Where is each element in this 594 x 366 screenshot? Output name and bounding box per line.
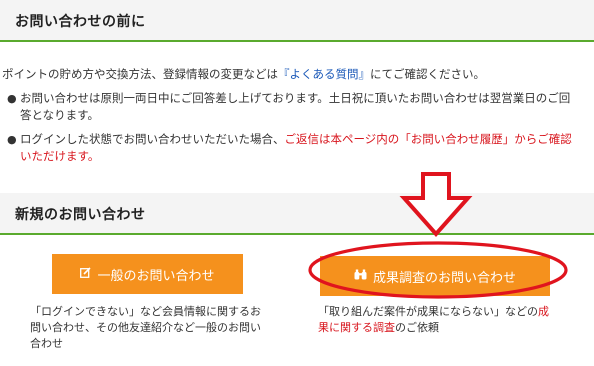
section-title-new-inquiry: 新規のお問い合わせ bbox=[15, 207, 146, 223]
section-title-before-inquiry: お問い合わせの前に bbox=[15, 14, 146, 30]
general-inquiry-description: 「ログインできない」など会員情報に関するお問い合わせ、その他友達紹介など一般のお… bbox=[30, 305, 261, 350]
bullet-icon: ● bbox=[7, 92, 17, 105]
result-desc-pre: 「取り組んだ案件が成果にならない」などの bbox=[318, 305, 538, 318]
faq-link[interactable]: 『よくある質問』 bbox=[278, 67, 370, 81]
general-inquiry-label: 一般のお問い合わせ bbox=[97, 268, 215, 284]
section-header-new-inquiry: 新規のお問い合わせ bbox=[0, 193, 594, 235]
intro-before: ポイントの貯め方や交換方法、登録情報の変更などは bbox=[2, 67, 278, 81]
intro-after: にてご確認ください。 bbox=[370, 67, 485, 81]
edit-icon bbox=[80, 267, 92, 281]
note-text: ログインした状態でお問い合わせいただいた場合、 bbox=[20, 132, 285, 146]
note-item: ● お問い合わせは原則一両日中にご回答差し上げております。土日祝に頂いたお問い合… bbox=[0, 90, 580, 124]
result-inquiry-description: 「取り組んだ案件が成果にならない」などの成果に関する調査のご依頼 bbox=[318, 304, 558, 336]
down-arrow-annotation-icon bbox=[399, 172, 473, 238]
highlight-oval-annotation bbox=[308, 241, 568, 299]
result-desc-post: のご依頼 bbox=[395, 321, 439, 334]
intro-text: ポイントの貯め方や交換方法、登録情報の変更などは『よくある質問』にてご確認くださ… bbox=[2, 66, 485, 82]
note-item: ● ログインした状態でお問い合わせいただいた場合、ご返信は本ページ内の「お問い合… bbox=[0, 131, 580, 165]
notes-list: ● お問い合わせは原則一両日中にご回答差し上げております。土日祝に頂いたお問い合… bbox=[0, 90, 594, 172]
general-inquiry-button[interactable]: 一般のお問い合わせ bbox=[52, 254, 243, 294]
note-text: お問い合わせは原則一両日中にご回答差し上げております。土日祝に頂いたお問い合わせ… bbox=[20, 91, 571, 122]
bullet-icon: ● bbox=[7, 133, 17, 146]
section-header-before-inquiry: お問い合わせの前に bbox=[0, 0, 594, 42]
